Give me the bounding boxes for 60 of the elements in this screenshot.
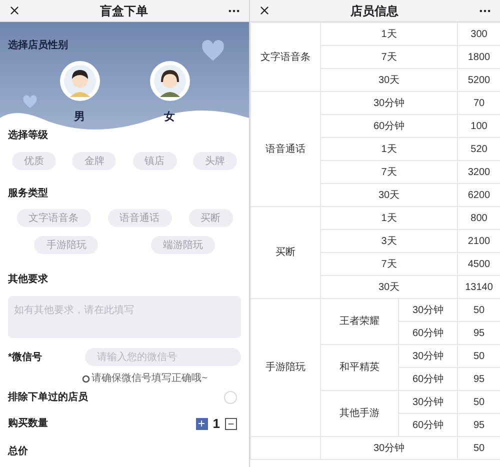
section-label: 服务类型 <box>8 186 49 201</box>
duration-cell: 30分钟 <box>320 436 458 460</box>
minus-button[interactable] <box>225 418 237 430</box>
duration-cell: 7天 <box>320 46 458 68</box>
option-chip[interactable]: 买断 <box>188 209 232 227</box>
duration-cell: 1天 <box>320 206 458 230</box>
option-chip[interactable]: 镇店 <box>132 152 177 170</box>
category-cell: 语音通话 <box>250 92 320 206</box>
game-cell: 王者荣耀 <box>320 298 398 344</box>
window-title: 店员信息 <box>350 2 398 20</box>
duration-cell: 30分钟 <box>320 92 458 114</box>
duration-cell: 30天 <box>320 184 458 206</box>
option-chip[interactable]: 优质 <box>12 152 56 170</box>
price-cell: 300 <box>458 22 500 46</box>
duration-cell: 30天 <box>320 68 458 92</box>
game-cell: 其他手游 <box>320 390 398 436</box>
info-icon <box>82 374 90 382</box>
gender-label: 男 <box>74 110 85 125</box>
duration-cell: 30分钟 <box>398 298 458 322</box>
option-chip[interactable]: 手游陪玩 <box>34 236 98 254</box>
plus-icon <box>197 419 206 428</box>
duration-cell: 30分钟 <box>398 344 458 368</box>
option-label: 排除下单过的店员 <box>8 390 88 405</box>
avatar-icon[interactable] <box>60 61 100 101</box>
field-label: *微信号 <box>8 350 43 364</box>
duration-cell: 1天 <box>320 22 458 46</box>
option-label: 购买数量 <box>8 416 48 432</box>
duration-cell: 60分钟 <box>398 414 458 436</box>
hint-text: 请确保微信号填写正确哦~ <box>92 372 208 386</box>
plus-button[interactable] <box>196 418 208 430</box>
duration-cell: 30分钟 <box>398 390 458 414</box>
close-icon[interactable] <box>8 4 21 17</box>
section-label: 选择等级 <box>8 128 49 143</box>
window-title: 盲盒下单 <box>100 2 148 20</box>
category-cell: 文字语音条 <box>250 22 320 92</box>
category-cell: 手游陪玩 <box>250 298 320 436</box>
gender-label: 女 <box>164 110 175 125</box>
duration-cell: 1天 <box>320 138 458 160</box>
duration-cell: 60分钟 <box>398 322 458 344</box>
option-chip[interactable]: 文字语音条 <box>16 209 90 227</box>
option-chip[interactable]: 头牌 <box>192 152 237 170</box>
duration-cell: 7天 <box>320 160 458 184</box>
heart-icon <box>22 94 38 110</box>
quantity-value: 1 <box>212 415 220 433</box>
duration-cell: 30天 <box>320 276 458 298</box>
option-label: 总价 <box>8 444 29 458</box>
option-chip[interactable]: 语音通话 <box>108 209 172 227</box>
category-cell: 买断 <box>250 206 320 298</box>
avatar-icon[interactable] <box>150 61 190 101</box>
duration-cell: 60分钟 <box>320 114 458 138</box>
section-label: 其他要求 <box>8 272 49 287</box>
exclude-toggle[interactable] <box>224 391 237 404</box>
option-chip[interactable]: 金牌 <box>72 152 116 170</box>
option-chip[interactable]: 端游陪玩 <box>150 236 215 254</box>
duration-cell: 60分钟 <box>398 368 458 390</box>
duration-cell: 7天 <box>320 252 458 276</box>
section-label: 选择店员性别 <box>8 38 68 53</box>
duration-cell: 3天 <box>320 230 458 252</box>
close-icon[interactable] <box>258 4 271 17</box>
game-cell: 和平精英 <box>320 344 398 390</box>
